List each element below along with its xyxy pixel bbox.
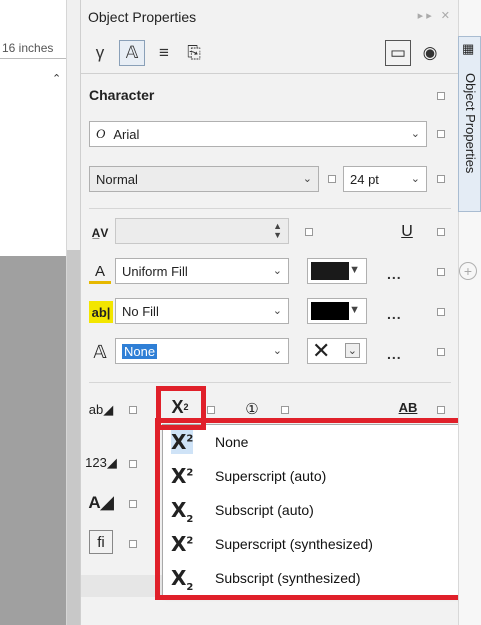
divider [89, 382, 451, 383]
outline-icon: 𝔸 [93, 341, 107, 362]
object-properties-icon: ▦ [462, 41, 475, 56]
outline-width-select[interactable]: None ⌄ [115, 338, 289, 364]
lock-box[interactable] [207, 406, 215, 414]
ruler-line [0, 58, 70, 59]
window-tab-icon[interactable]: ▭ [385, 40, 411, 66]
panel-title-bar: Object Properties ▸▸ ✕ [81, 0, 459, 32]
text-fill-value: Uniform Fill [122, 263, 188, 279]
caret-down-icon: ▼ [349, 304, 360, 316]
text-fill-icon: A [89, 262, 111, 284]
more-options-button[interactable]: ... [387, 266, 402, 282]
panel-title: Object Properties [88, 9, 197, 25]
background-fill-color-picker[interactable]: ▼ [307, 298, 367, 324]
font-style-select[interactable]: Normal ⌄ [89, 166, 319, 192]
canvas-desktop-area [0, 256, 66, 625]
side-tab-label: Object Properties [463, 73, 478, 174]
caret-down-icon: ▼ [349, 264, 360, 276]
lock-box[interactable] [129, 406, 137, 414]
color-swatch [311, 262, 349, 280]
font-family-select[interactable]: O Arial ⌄ [89, 121, 427, 147]
paragraph-tab-icon[interactable]: ≡ [151, 40, 177, 66]
spinner-icon: ▲ ▼ [273, 221, 282, 240]
divider [89, 208, 451, 209]
chevron-down-icon: ⌄ [272, 345, 282, 357]
view-tab-icon[interactable]: ◉ [417, 40, 443, 66]
uppercase-icon[interactable]: ab◢ [89, 399, 113, 421]
frame-tab-icon[interactable]: ⎘ [181, 40, 207, 66]
lock-box[interactable] [437, 175, 445, 183]
outline-width-value: None [122, 343, 158, 359]
font-style-value: Normal [96, 171, 138, 187]
section-toggle[interactable] [437, 92, 445, 100]
lock-box[interactable] [437, 268, 445, 276]
lock-box[interactable] [437, 228, 445, 236]
scroll-up-icon[interactable]: ⌃ [52, 72, 61, 85]
outline-color-picker[interactable]: ✕ ⌄ [307, 338, 367, 364]
lock-box[interactable] [328, 175, 336, 183]
kerning-input[interactable]: ▲ ▼ [115, 218, 289, 244]
no-color-icon: ✕ [312, 338, 331, 363]
docker-splitter[interactable] [66, 0, 80, 625]
fill-outline-tab-icon[interactable]: γ [87, 40, 113, 66]
font-size-value: 24 pt [350, 171, 379, 187]
font-family-value: Arial [113, 126, 140, 142]
chevron-down-icon: ⌄ [410, 173, 420, 185]
background-fill-icon: ab| [89, 301, 113, 323]
character-tab-icon[interactable]: 𝔸 [119, 40, 145, 66]
text-fill-color-picker[interactable]: ▼ [307, 258, 367, 284]
panel-controls[interactable]: ▸▸ ✕ [418, 9, 453, 22]
small-caps-icon[interactable]: AB [395, 396, 421, 418]
background-fill-select[interactable]: No Fill ⌄ [115, 298, 289, 324]
chevron-down-icon: ⌄ [302, 173, 312, 185]
section-heading: Character [89, 87, 155, 103]
lock-box[interactable] [437, 308, 445, 316]
more-options-button[interactable]: ... [387, 306, 402, 322]
panel-tabs: γ 𝔸 ≡ ⎘ ▭ ◉ [81, 34, 459, 74]
lock-box[interactable] [305, 228, 313, 236]
underline-icon[interactable]: U [395, 220, 419, 244]
add-docker-icon[interactable]: + [459, 262, 477, 280]
ligature-icon[interactable]: fi [89, 530, 113, 554]
opentype-font-icon: O [96, 126, 106, 141]
chevron-down-icon: ⌄ [272, 265, 282, 277]
lock-box[interactable] [129, 540, 137, 548]
lock-box[interactable] [129, 460, 137, 468]
lock-box[interactable] [437, 348, 445, 356]
side-tab-object-properties[interactable]: ▦ Object Properties [458, 36, 481, 212]
lock-box[interactable] [281, 406, 289, 414]
chevron-down-icon: ⌄ [344, 343, 360, 358]
highlight-box-menu [155, 418, 466, 600]
canvas-area [0, 88, 66, 256]
ruler-unit-label: 16 inches [2, 41, 54, 55]
number-style-icon[interactable]: 123◢ [85, 452, 117, 474]
kerning-icon: A̲V [91, 226, 109, 240]
font-size-select[interactable]: 24 pt ⌄ [343, 166, 427, 192]
stylistic-set-icon[interactable]: A◢ [88, 492, 113, 514]
lock-box[interactable] [437, 406, 445, 414]
chevron-down-icon: ⌄ [272, 305, 282, 317]
lock-box[interactable] [437, 130, 445, 138]
chevron-down-icon: ⌄ [410, 128, 420, 140]
color-swatch [311, 302, 349, 320]
numerals-icon[interactable]: ① [241, 398, 263, 420]
lock-box[interactable] [129, 500, 137, 508]
background-fill-value: No Fill [122, 303, 159, 319]
text-fill-select[interactable]: Uniform Fill ⌄ [115, 258, 289, 284]
more-options-button[interactable]: ... [387, 346, 402, 362]
